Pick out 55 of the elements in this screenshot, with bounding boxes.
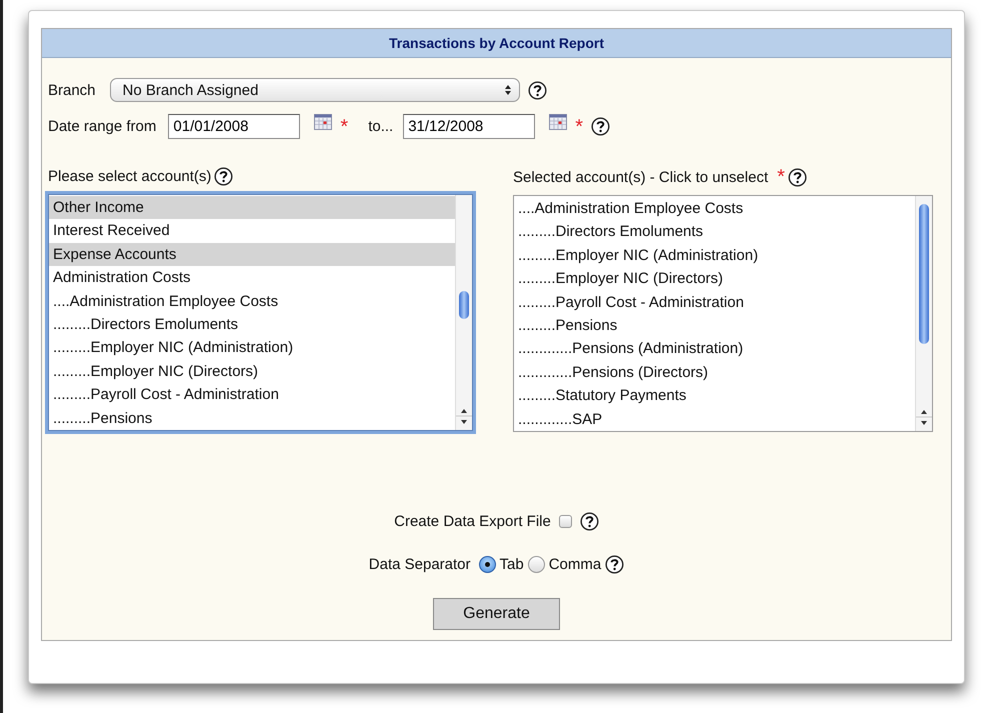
help-icon[interactable] [214,167,234,186]
list-option[interactable]: .............Pensions (Directors) [514,360,915,384]
help-icon[interactable] [528,80,547,100]
stepper-icon [502,83,513,97]
list-option[interactable]: .........Employer NIC (Directors) [514,267,915,291]
list-option[interactable]: .........Employer NIC (Administration) [514,244,915,268]
list-option[interactable]: .............SAP [514,408,915,431]
list-option[interactable]: .........Pensions [49,406,455,430]
export-label: Create Data Export File [394,513,551,530]
help-icon[interactable] [580,512,599,531]
branch-label: Branch [48,82,96,98]
account-list[interactable] [513,195,933,432]
list-option[interactable]: .........Statutory Payments [514,384,915,408]
calendar-icon[interactable] [314,114,332,130]
list-option[interactable]: .........Directors Emoluments [514,220,915,244]
list-option[interactable]: .........Employer NIC (Administration) [49,336,455,360]
branch-dropdown[interactable]: No Branch Assigned [110,78,520,102]
list-option[interactable]: Administration Costs [49,266,455,290]
list-option[interactable]: .........Payroll Cost - Administration [49,383,455,407]
to-label: to... [368,118,394,135]
scroll-thumb[interactable] [919,204,929,344]
scrollbar[interactable] [915,196,932,431]
to-date-field[interactable]: 31/12/2008 [403,114,536,139]
required-mark: * [575,116,583,136]
list-option[interactable]: .........Payroll Cost - Administration [514,290,915,314]
list-option[interactable]: .............Pensions (Administration) [514,337,915,361]
scrollbar[interactable] [455,195,472,430]
radio-button[interactable] [478,556,496,573]
list-option[interactable]: .........Pensions [514,314,915,338]
help-icon[interactable] [591,117,610,136]
radio-label[interactable]: Comma [548,556,602,573]
help-icon[interactable] [788,168,807,186]
from-date-field[interactable]: 01/01/2008 [168,114,300,139]
list-option[interactable]: .........Directors Emoluments [49,312,455,336]
required-mark: * [777,167,785,187]
generate-button[interactable]: Generate [433,598,560,630]
list-option[interactable]: ....Administration Employee Costs [49,290,455,313]
report-title: Transactions by Account Report [42,29,951,58]
scroll-thumb[interactable] [459,291,469,319]
required-mark: * [340,116,348,136]
date-range-label: Date range from [48,118,156,135]
calendar-icon[interactable] [549,114,568,130]
separator-label: Data Separator [368,556,471,573]
list-option[interactable]: .........Employer NIC (Directors) [49,360,455,384]
list-heading: Please select account(s) [48,168,212,185]
radio-label[interactable]: Tab [500,556,524,573]
list-option[interactable]: Other Income [49,196,455,220]
list-option[interactable]: ....Administration Employee Costs [514,197,915,220]
account-list[interactable] [48,194,473,431]
list-option[interactable]: Expense Accounts [49,242,455,266]
help-icon[interactable] [605,555,624,574]
radio-button[interactable] [528,556,545,573]
list-heading: Selected account(s) - Click to unselect [513,168,768,186]
list-option[interactable]: Interest Received [49,219,455,243]
export-checkbox[interactable] [558,515,572,528]
